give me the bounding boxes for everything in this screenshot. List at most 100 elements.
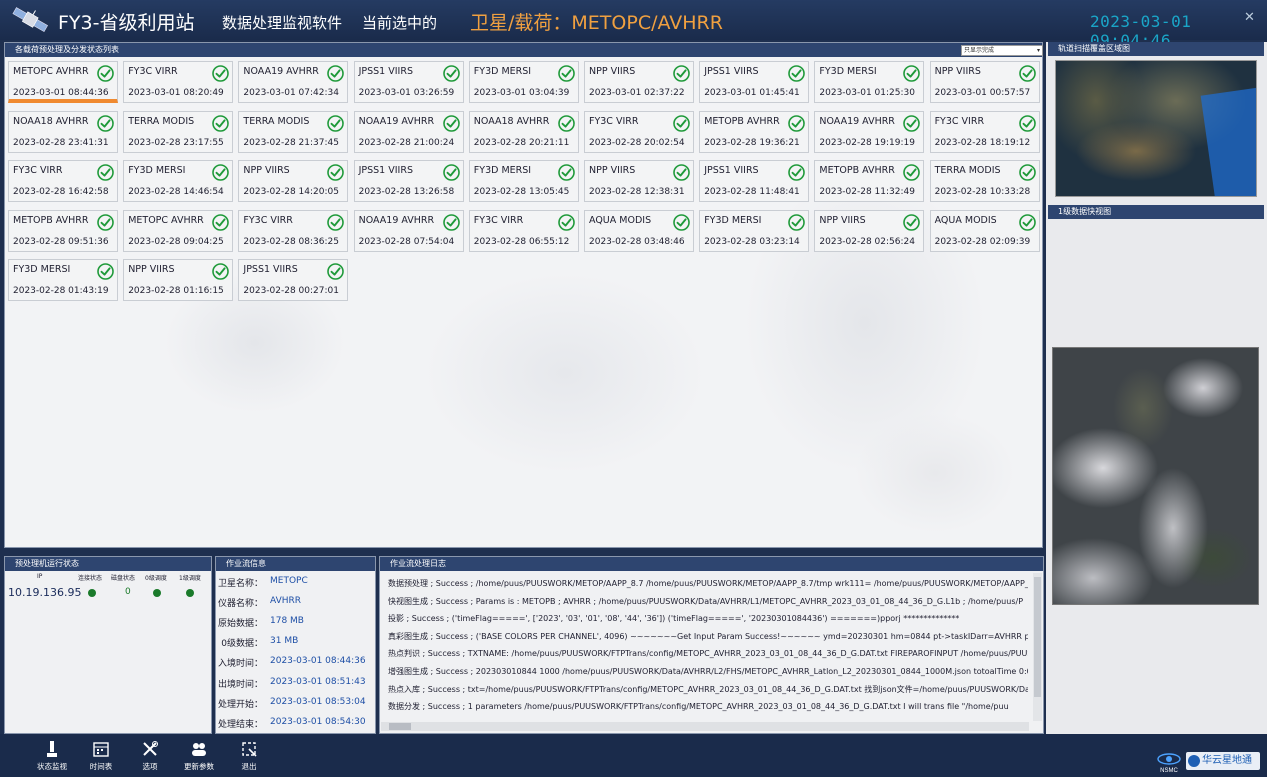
task-card[interactable]: NPP VIIRS 2023-02-28 14:20:05 [238,160,349,202]
task-card[interactable]: AQUA MODIS 2023-02-28 03:48:46 [584,209,694,252]
station-title: FY3-省级利用站 [58,12,195,34]
task-card[interactable]: NOAA19 AVHRR 2023-02-28 07:54:04 [353,209,464,252]
job-info-value: 2023-03-01 08:51:43 [270,676,366,687]
check-circle-icon [442,114,460,132]
job-info-value: 2023-03-01 08:53:04 [270,696,366,707]
nsmc-text: NSMC [1160,768,1178,774]
task-card[interactable]: FY3D MERSI 2023-03-01 03:04:39 [468,61,579,103]
task-card[interactable]: METOPB AVHRR 2023-02-28 19:36:21 [699,110,810,153]
task-card-payload: FY3C VIRR [934,115,985,127]
task-card-time: 2023-02-28 02:09:39 [934,236,1031,247]
processor-status-title: 预处理机运行状态 [5,557,211,571]
task-card[interactable]: FY3D MERSI 2023-02-28 03:23:14 [699,209,810,252]
task-card[interactable]: FY3D MERSI 2023-02-28 14:46:54 [123,160,234,202]
task-card-payload: FY3C VIRR [473,214,524,226]
vertical-scrollbar[interactable] [1033,573,1042,721]
task-card-payload: NPP VIIRS [589,165,636,176]
l1-status-dot [186,589,194,597]
check-circle-icon [788,65,805,82]
task-card-time: 2023-03-01 01:45:41 [704,88,800,98]
task-card-payload: NOAA18 AVHRR [473,115,550,127]
options-button[interactable]: 选项 [127,740,173,774]
task-card[interactable]: FY3C VIRR 2023-03-01 08:20:49 [123,61,234,103]
task-card-payload: NPP VIIRS [934,66,981,77]
quicklook-title: 1级数据快视图 [1048,205,1264,219]
task-card[interactable]: FY3D MERSI 2023-02-28 01:43:19 [8,259,118,301]
task-card-payload: NPP VIIRS [243,165,290,176]
current-label: 当前选中的 [362,14,438,32]
task-card[interactable]: FY3D MERSI 2023-02-28 13:05:45 [468,160,579,202]
task-card[interactable]: NOAA19 AVHRR 2023-02-28 21:00:24 [353,110,464,153]
close-icon[interactable]: ✕ [1244,10,1255,25]
task-card[interactable]: JPSS1 VIIRS 2023-02-28 00:27:01 [238,259,349,301]
task-card[interactable]: TERRA MODIS 2023-02-28 10:33:28 [929,160,1040,202]
check-circle-icon [97,114,114,132]
col-ip: IP [37,573,43,580]
task-card-payload: FY3C VIRR [589,115,639,127]
timetable-button[interactable]: 时间表 [78,740,124,774]
task-card[interactable]: AQUA MODIS 2023-02-28 02:09:39 [929,209,1040,252]
task-card[interactable]: METOPC AVHRR 2023-03-01 08:44:36 [8,61,118,103]
task-card[interactable]: NOAA18 AVHRR 2023-02-28 23:41:31 [8,110,118,153]
task-card-time: 2023-02-28 10:33:28 [934,187,1031,197]
task-card-time: 2023-02-28 11:32:49 [819,187,915,197]
task-card[interactable]: JPSS1 VIIRS 2023-02-28 11:48:41 [699,160,810,202]
scroll-thumb[interactable] [1034,577,1041,697]
task-card[interactable]: FY3D MERSI 2023-03-01 01:25:30 [814,61,925,103]
task-card-time: 2023-02-28 16:42:58 [13,187,109,197]
task-card-payload: FY3C VIRR [243,214,293,226]
quicklook-image [1052,347,1259,605]
task-card[interactable]: JPSS1 VIIRS 2023-03-01 03:26:59 [353,61,464,103]
job-log-panel: 作业流处理日志 数据预处理 ; Success ; /home/puus/PUU… [379,556,1044,734]
task-card-payload: METOPB AVHRR [819,165,895,176]
task-card[interactable]: FY3C VIRR 2023-02-28 20:02:54 [584,110,694,153]
job-info-value: 2023-03-01 08:54:30 [270,716,366,727]
check-circle-icon [557,65,575,82]
task-card[interactable]: FY3C VIRR 2023-02-28 06:55:12 [468,209,579,252]
task-card[interactable]: TERRA MODIS 2023-02-28 21:37:45 [238,110,349,153]
job-info-title: 作业流信息 [216,557,375,571]
task-card[interactable]: NPP VIIRS 2023-02-28 02:56:24 [814,209,925,252]
check-circle-icon [673,213,690,231]
task-card[interactable]: TERRA MODIS 2023-02-28 23:17:55 [123,110,234,153]
task-card[interactable]: NOAA19 AVHRR 2023-03-01 07:42:34 [238,61,349,103]
task-card[interactable]: JPSS1 VIIRS 2023-02-28 13:26:58 [353,160,464,202]
task-card-payload: FY3D MERSI [473,165,532,176]
task-card-time: 2023-02-28 00:27:01 [243,286,339,296]
job-info-value: METOPC [270,576,308,586]
task-card[interactable]: NPP VIIRS 2023-03-01 02:37:22 [584,61,694,103]
task-card[interactable]: NPP VIIRS 2023-02-28 12:38:31 [584,160,694,202]
exit-icon [242,742,257,757]
check-circle-icon [1018,114,1036,132]
task-card[interactable]: JPSS1 VIIRS 2023-03-01 01:45:41 [699,61,810,103]
task-card[interactable]: METOPC AVHRR 2023-02-28 09:04:25 [123,209,234,252]
options-label: 选项 [142,762,158,771]
processor-columns: IP 连接状态 磁盘状态 0级调度 1级调度 [5,573,211,583]
scroll-thumb[interactable] [389,723,411,730]
task-card[interactable]: FY3C VIRR 2023-02-28 18:19:12 [929,110,1040,153]
users-icon [192,743,206,756]
task-card-time: 2023-03-01 03:26:59 [358,88,455,98]
exit-label: 退出 [241,762,257,771]
horizontal-scrollbar[interactable] [381,722,1029,731]
update-params-button[interactable]: 更新参数 [176,740,222,774]
task-card[interactable]: NOAA19 AVHRR 2023-02-28 19:19:19 [814,110,925,153]
task-card[interactable]: NOAA18 AVHRR 2023-02-28 20:21:11 [468,110,579,153]
status-monitor-button[interactable]: 状态监视 [29,740,75,774]
task-card[interactable]: METOPB AVHRR 2023-02-28 09:51:36 [8,209,118,252]
footer-toolbar: 状态监视 时间表 选项 更新参数 退出 NSMC 华云星地通 [0,734,1267,777]
processor-row[interactable]: 10.19.136.95 0 [5,585,211,599]
check-circle-icon [327,263,345,280]
task-card-payload: NPP VIIRS [128,264,175,275]
col-connection: 连接状态 [78,575,103,582]
task-card[interactable]: FY3C VIRR 2023-02-28 08:36:25 [238,209,349,252]
task-card-time: 2023-02-28 19:19:19 [819,137,915,148]
task-card[interactable]: METOPB AVHRR 2023-02-28 11:32:49 [814,160,925,202]
task-card-time: 2023-02-28 23:41:31 [13,137,109,148]
task-card[interactable]: NPP VIIRS 2023-03-01 00:57:57 [929,61,1040,103]
filter-select[interactable]: 只显示完成 ▾ [961,45,1043,56]
exit-button[interactable]: 退出 [226,740,272,774]
task-card[interactable]: FY3C VIRR 2023-02-28 16:42:58 [8,160,118,202]
task-card[interactable]: NPP VIIRS 2023-02-28 01:16:15 [123,259,234,301]
job-info-key: 原始数据： [217,619,263,630]
